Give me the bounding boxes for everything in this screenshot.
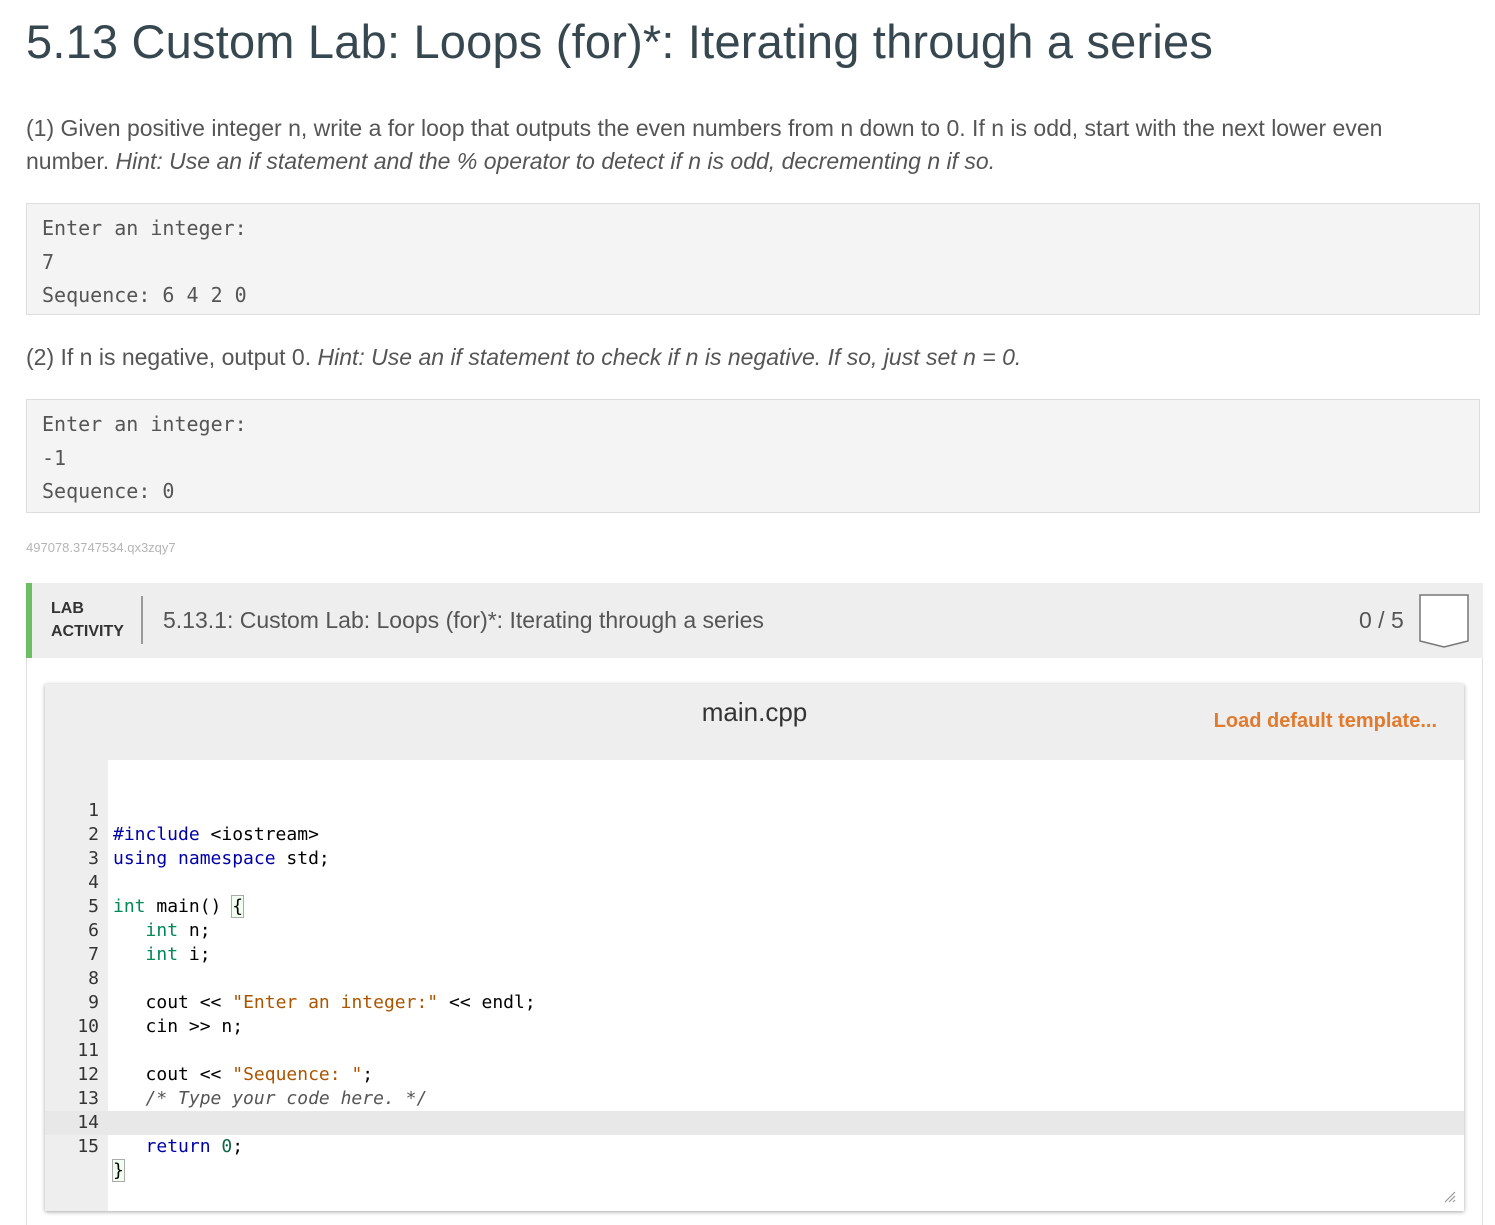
line-content[interactable]: } (113, 1159, 124, 1183)
code-line[interactable]: 12 /* Type your code here. */ (45, 1039, 1464, 1063)
code-token (211, 1136, 222, 1157)
completion-badge-icon (1419, 594, 1469, 648)
code-line[interactable]: 13 (45, 1063, 1464, 1087)
line-content[interactable]: return 0; (113, 1135, 243, 1159)
lab-activity-tag: LAB ACTIVITY (51, 597, 124, 643)
example1-line: Enter an integer: (42, 212, 1479, 246)
part2-text: (2) If n is negative, output 0. (26, 344, 318, 370)
page-title: 5.13 Custom Lab: Loops (for)*: Iterating… (26, 14, 1213, 69)
example-output-1: Enter an integer: 7 Sequence: 6 4 2 0 (26, 203, 1480, 315)
code-line[interactable]: 2 using namespace std; (45, 799, 1464, 823)
lab-header-divider (141, 596, 143, 644)
lab-score: 0 / 5 (1359, 607, 1404, 634)
code-line[interactable]: 1 #include <iostream> (45, 775, 1464, 799)
lab-activity-header: LAB ACTIVITY 5.13.1: Custom Lab: Loops (… (26, 583, 1483, 658)
example2-line: Sequence: 0 (42, 475, 1479, 509)
content-resource-id: 497078.3747534.qx3zqy7 (26, 540, 176, 555)
editor-toolbar: main.cpp Load default template... (45, 684, 1464, 760)
load-default-template-link[interactable]: Load default template... (1214, 710, 1437, 733)
code-line[interactable]: 10 (45, 991, 1464, 1015)
code-line[interactable]: 3 (45, 823, 1464, 847)
code-line[interactable]: 14 return 0; (45, 1087, 1464, 1111)
example2-line: Enter an integer: (42, 408, 1479, 442)
code-token (113, 1136, 146, 1157)
part1-hint: Hint: Use an if statement and the % oper… (116, 148, 996, 174)
code-line[interactable]: 6 int i; (45, 895, 1464, 919)
code-token: 0 (221, 1136, 232, 1157)
code-editor: main.cpp Load default template... 1 #inc… (45, 684, 1464, 1211)
line-number: 15 (45, 1135, 99, 1159)
code-line[interactable]: 15 } (45, 1111, 1464, 1135)
code-line[interactable]: 11 cout << "Sequence: "; (45, 1015, 1464, 1039)
lab-tag-line1: LAB (51, 597, 124, 620)
code-token: ; (232, 1136, 243, 1157)
lab-tag-line2: ACTIVITY (51, 620, 124, 643)
code-line[interactable]: 8 cout << "Enter an integer:" << endl; (45, 943, 1464, 967)
code-line[interactable]: 7 (45, 919, 1464, 943)
lab-activity-title: 5.13.1: Custom Lab: Loops (for)*: Iterat… (163, 607, 764, 634)
part1-instructions: (1) Given positive integer n, write a fo… (26, 112, 1466, 178)
part2-hint: Hint: Use an if statement to check if n … (318, 344, 1022, 370)
example1-line: 7 (42, 246, 1479, 280)
example1-line: Sequence: 6 4 2 0 (42, 279, 1479, 313)
resize-handle-icon[interactable] (1444, 1191, 1456, 1203)
code-lines[interactable]: 1 #include <iostream> 2 using namespace … (45, 775, 1464, 1135)
code-line[interactable]: 5 int n; (45, 871, 1464, 895)
example2-line: -1 (42, 442, 1479, 476)
code-line[interactable]: 9 cin >> n; (45, 967, 1464, 991)
code-line[interactable]: 4 int main() { (45, 847, 1464, 871)
code-token: return (146, 1136, 211, 1157)
matching-brace: } (113, 1160, 124, 1181)
example-output-2: Enter an integer: -1 Sequence: 0 (26, 399, 1480, 513)
part2-instructions: (2) If n is negative, output 0. Hint: Us… (26, 341, 1466, 374)
